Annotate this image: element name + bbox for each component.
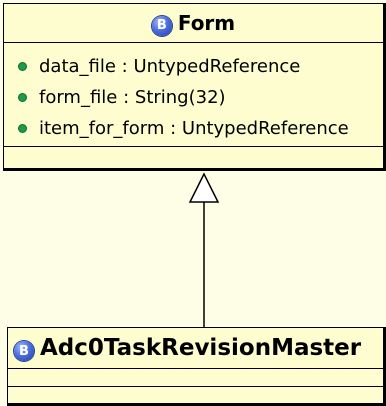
class-adc-header[interactable]: B Adc0TaskRevisionMaster bbox=[8, 328, 383, 369]
class-form-attributes: data_file : UntypedReference form_file :… bbox=[4, 43, 383, 147]
attribute-label: data_file : UntypedReference bbox=[39, 56, 301, 77]
class-adc0taskrevisionmaster[interactable]: B Adc0TaskRevisionMaster bbox=[7, 327, 386, 406]
stereotype-b-icon: B bbox=[14, 335, 34, 362]
public-attribute-icon bbox=[18, 124, 27, 133]
class-adc-attributes bbox=[8, 369, 383, 387]
attribute-label: form_file : String(32) bbox=[39, 87, 226, 108]
class-form[interactable]: B Form data_file : UntypedReference form… bbox=[3, 3, 386, 171]
generalization-arrowhead bbox=[188, 172, 220, 203]
class-adc-operations bbox=[8, 387, 383, 404]
public-attribute-icon bbox=[18, 62, 27, 71]
public-attribute-icon bbox=[18, 93, 27, 102]
class-form-operations bbox=[4, 147, 383, 167]
attribute-label: item_for_form : UntypedReference bbox=[39, 118, 349, 139]
class-form-header[interactable]: B Form bbox=[4, 4, 383, 43]
stereotype-b-icon: B bbox=[151, 10, 172, 36]
attribute-item[interactable]: item_for_form : UntypedReference bbox=[4, 113, 383, 144]
class-adc-name: Adc0TaskRevisionMaster bbox=[40, 335, 362, 361]
attribute-item[interactable]: data_file : UntypedReference bbox=[4, 51, 383, 82]
diagram-canvas: B Form data_file : UntypedReference form… bbox=[0, 0, 386, 406]
class-form-name: Form bbox=[177, 11, 236, 35]
attribute-item[interactable]: form_file : String(32) bbox=[4, 82, 383, 113]
